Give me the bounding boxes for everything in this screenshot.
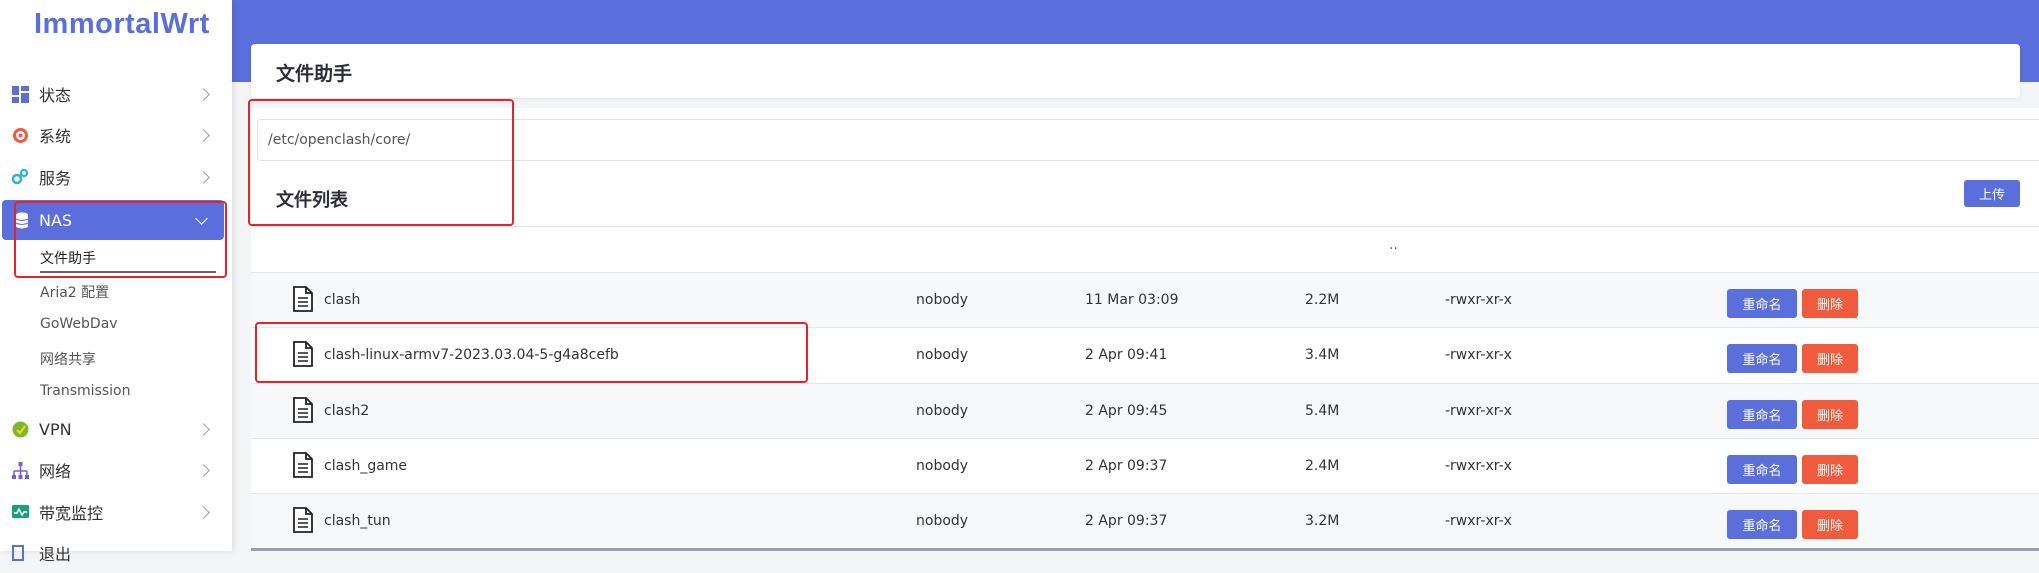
- file-permissions: -rwxr-xr-x: [1445, 292, 1512, 308]
- table-row: clash_tun nobody 2 Apr 09:37 3.2M -rwxr-…: [251, 493, 2039, 549]
- file-owner: nobody: [916, 403, 969, 419]
- file-name-link[interactable]: clash: [324, 292, 360, 308]
- parent-dir-row[interactable]: ..: [251, 226, 2039, 273]
- file-size: 3.2M: [1305, 513, 1340, 529]
- database-icon: [13, 211, 31, 229]
- sidebar-item-services[interactable]: 服务: [0, 157, 226, 197]
- file-name-link[interactable]: clash-linux-armv7-2023.03.04-5-g4a8cefb: [324, 347, 619, 363]
- sidebar-item-vpn[interactable]: VPN: [0, 409, 226, 449]
- file-size: 3.4M: [1305, 347, 1340, 363]
- sidebar-item-network[interactable]: 网络: [0, 450, 226, 490]
- table-row: clash_game nobody 2 Apr 09:37 2.4M -rwxr…: [251, 438, 2039, 494]
- rename-button[interactable]: 重命名: [1727, 455, 1797, 484]
- table-row: clash2 nobody 2 Apr 09:45 5.4M -rwxr-xr-…: [251, 383, 2039, 439]
- chevron-right-icon: [197, 422, 210, 436]
- rename-button[interactable]: 重命名: [1727, 400, 1797, 429]
- sidebar-item-label: 网络: [39, 462, 72, 481]
- sidebar-item-bandwidth[interactable]: 带宽监控: [0, 492, 226, 532]
- title-card: 文件助手: [251, 44, 2020, 98]
- file-date: 2 Apr 09:41: [1085, 347, 1168, 363]
- sidebar-item-label: VPN: [39, 419, 72, 439]
- delete-button[interactable]: 删除: [1802, 344, 1858, 373]
- file-permissions: -rwxr-xr-x: [1445, 347, 1512, 363]
- file-permissions: -rwxr-xr-x: [1445, 458, 1512, 474]
- file-date: 2 Apr 09:37: [1085, 513, 1168, 529]
- services-icon: [11, 168, 29, 186]
- sidebar-item-logout[interactable]: 退出: [0, 533, 226, 573]
- active-underline: [40, 271, 216, 273]
- delete-button[interactable]: 删除: [1802, 289, 1858, 318]
- file-icon: [292, 397, 318, 425]
- chevron-down-icon: [195, 212, 208, 225]
- bandwidth-icon: [11, 503, 29, 521]
- chevron-right-icon: [197, 463, 210, 477]
- table-row: clash-linux-armv7-2023.03.04-5-g4a8cefb …: [251, 327, 2039, 383]
- parent-dir-link[interactable]: ..: [1389, 237, 1398, 253]
- file-name-link[interactable]: clash_tun: [324, 513, 391, 529]
- file-size: 5.4M: [1305, 403, 1340, 419]
- file-date: 2 Apr 09:37: [1085, 458, 1168, 474]
- table-row: clash nobody 11 Mar 03:09 2.2M -rwxr-xr-…: [251, 272, 2039, 328]
- sidebar: ImmortalWrt 状态 系统 服务 NAS 文件助手 Aria2 配置 G…: [0, 0, 232, 564]
- sidebar-subitem-aria2[interactable]: Aria2 配置: [40, 282, 109, 302]
- sidebar-subitem-network-share[interactable]: 网络共享: [40, 349, 96, 369]
- file-permissions: -rwxr-xr-x: [1445, 403, 1512, 419]
- file-size: 2.2M: [1305, 292, 1340, 308]
- path-input[interactable]: [257, 119, 2039, 161]
- page-title: 文件助手: [276, 63, 353, 85]
- chevron-right-icon: [197, 170, 210, 184]
- sidebar-item-nas[interactable]: NAS: [2, 200, 224, 240]
- file-icon: [292, 507, 318, 535]
- file-list-title: 文件列表: [276, 190, 348, 211]
- file-icon: [292, 341, 318, 369]
- sidebar-subitem-file-assistant[interactable]: 文件助手: [40, 248, 96, 268]
- sidebar-item-label: 带宽监控: [39, 504, 104, 523]
- file-owner: nobody: [916, 458, 969, 474]
- file-owner: nobody: [916, 292, 969, 308]
- sidebar-subitem-gowebdav[interactable]: GoWebDav: [40, 316, 118, 332]
- gear-icon: [11, 126, 29, 144]
- logout-icon: [11, 544, 29, 562]
- upload-button[interactable]: 上传: [1964, 180, 2020, 207]
- file-icon: [292, 286, 318, 314]
- file-size: 2.4M: [1305, 458, 1340, 474]
- chevron-right-icon: [197, 87, 210, 101]
- rename-button[interactable]: 重命名: [1727, 510, 1797, 539]
- file-permissions: -rwxr-xr-x: [1445, 513, 1512, 529]
- sidebar-item-label: 服务: [39, 169, 72, 188]
- sidebar-item-label: 状态: [39, 86, 72, 105]
- rename-button[interactable]: 重命名: [1727, 289, 1797, 318]
- sidebar-item-label: 系统: [39, 127, 72, 146]
- sidebar-item-status[interactable]: 状态: [0, 74, 226, 114]
- sidebar-item-label: 退出: [39, 545, 72, 564]
- file-name-link[interactable]: clash2: [324, 403, 369, 419]
- file-owner: nobody: [916, 347, 969, 363]
- logo: ImmortalWrt: [34, 8, 210, 40]
- dashboard-icon: [11, 85, 29, 103]
- file-date: 2 Apr 09:45: [1085, 403, 1168, 419]
- delete-button[interactable]: 删除: [1802, 455, 1858, 484]
- vpn-icon: [11, 420, 29, 438]
- chevron-right-icon: [197, 128, 210, 142]
- delete-button[interactable]: 删除: [1802, 400, 1858, 429]
- file-name-link[interactable]: clash_game: [324, 458, 407, 474]
- file-owner: nobody: [916, 513, 969, 529]
- chevron-right-icon: [197, 505, 210, 519]
- rename-button[interactable]: 重命名: [1727, 344, 1797, 373]
- sidebar-item-system[interactable]: 系统: [0, 115, 226, 155]
- sidebar-item-label: NAS: [39, 210, 73, 230]
- file-icon: [292, 452, 318, 480]
- network-icon: [11, 461, 29, 479]
- file-date: 11 Mar 03:09: [1085, 292, 1179, 308]
- delete-button[interactable]: 删除: [1802, 510, 1858, 539]
- sidebar-subitem-transmission[interactable]: Transmission: [40, 383, 130, 399]
